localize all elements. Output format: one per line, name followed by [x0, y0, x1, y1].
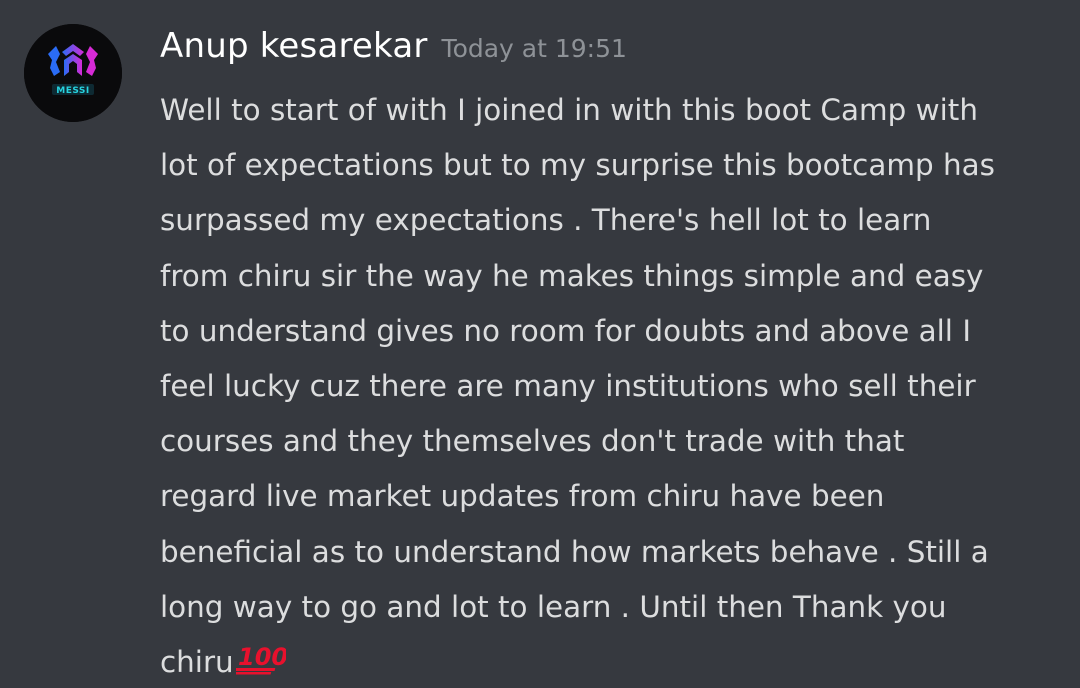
- message-line: chiru: [160, 644, 234, 679]
- chat-message: MESSI Anup kesarekar Today at 19:51 Well …: [0, 0, 1080, 688]
- message-line: regard live market updates from chiru ha…: [160, 479, 885, 514]
- message-line: lot of expectations but to my surprise t…: [160, 148, 995, 183]
- messi-logo-icon: MESSI: [24, 24, 122, 122]
- message-content: Well to start of with I joined in with t…: [160, 83, 1065, 688]
- hundred-points-emoji[interactable]: 100: [230, 638, 288, 688]
- message-line: from chiru sir the way he makes things s…: [160, 258, 984, 293]
- message-timestamp[interactable]: Today at 19:51: [442, 34, 627, 63]
- message-line: surpassed my expectations . There's hell…: [160, 203, 932, 238]
- message-line: to understand gives no room for doubts a…: [160, 313, 971, 348]
- avatar-label: MESSI: [56, 86, 90, 96]
- message-line: long way to go and lot to learn . Until …: [160, 589, 947, 624]
- message-line: courses and they themselves don't trade …: [160, 424, 905, 459]
- message-header: Anup kesarekar Today at 19:51: [160, 26, 627, 76]
- hundred-points-icon: 100: [230, 643, 288, 675]
- message-line: Well to start of with I joined in with t…: [160, 93, 978, 127]
- emoji-text: 100: [238, 643, 286, 671]
- author-name[interactable]: Anup kesarekar: [160, 26, 428, 66]
- message-line: beneficial as to understand how markets …: [160, 534, 989, 569]
- message-line: feel lucky cuz there are many institutio…: [160, 368, 976, 403]
- user-avatar[interactable]: MESSI: [24, 24, 122, 122]
- message-last-line: chiru 100: [160, 635, 1065, 688]
